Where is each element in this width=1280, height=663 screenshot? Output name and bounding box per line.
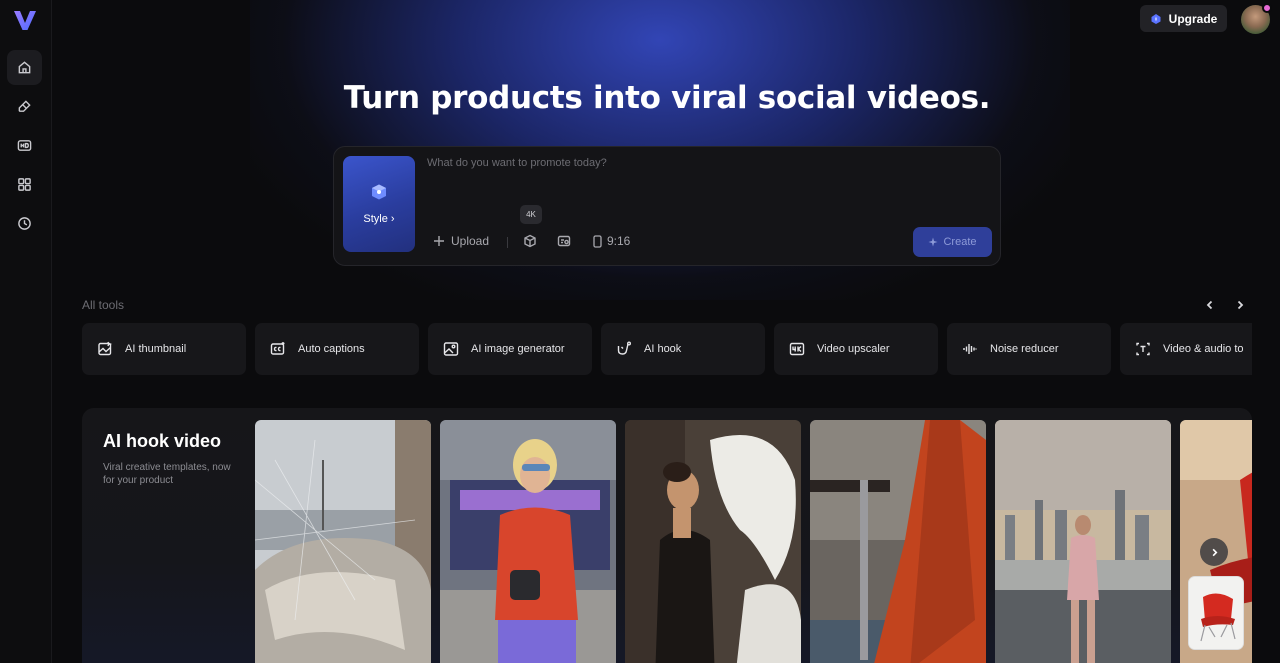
tools-next-button[interactable] bbox=[1232, 297, 1248, 313]
grid-icon bbox=[18, 178, 31, 191]
tool-auto-captions[interactable]: Auto captions bbox=[255, 323, 419, 375]
product-chair-card[interactable] bbox=[1188, 576, 1244, 650]
app-logo[interactable] bbox=[11, 6, 39, 34]
tools-row: AI thumbnail Auto captions AI image gene… bbox=[82, 323, 1252, 375]
ai-hook-video-panel: AI hook video Viral creative templates, … bbox=[82, 408, 1252, 663]
tool-video-upscaler[interactable]: Video upscaler bbox=[774, 323, 938, 375]
template-thumbnail-woman-sculpture[interactable] bbox=[625, 420, 801, 663]
person-spider-shirt-image bbox=[440, 420, 616, 663]
chevron-left-icon bbox=[1206, 300, 1213, 310]
home-icon bbox=[18, 61, 31, 74]
hd-icon bbox=[17, 140, 32, 151]
template-thumbnail-cobweb-chair[interactable] bbox=[255, 420, 431, 663]
aspect-ratio-button[interactable]: 9:16 bbox=[593, 234, 630, 248]
tools-prev-button[interactable] bbox=[1202, 297, 1218, 313]
image-sparkle-icon bbox=[98, 341, 113, 356]
toolbar-divider bbox=[507, 237, 508, 248]
prompt-input[interactable]: What do you want to promote today? bbox=[427, 157, 607, 169]
hook-icon bbox=[617, 341, 631, 355]
plus-icon bbox=[434, 236, 444, 246]
upload-label: Upload bbox=[451, 234, 490, 248]
prompt-box: Style › What do you want to promote toda… bbox=[333, 146, 1001, 266]
quality-button[interactable] bbox=[557, 234, 573, 250]
tool-label: Video & audio to bbox=[1163, 343, 1244, 355]
quality-icon bbox=[557, 235, 571, 247]
text-icon bbox=[1136, 342, 1150, 356]
sparkle-icon bbox=[928, 237, 938, 247]
create-label: Create bbox=[943, 236, 977, 248]
upgrade-label: Upgrade bbox=[1168, 11, 1218, 26]
tool-label: AI image generator bbox=[471, 343, 565, 355]
template-thumbnail-orange-chair[interactable] bbox=[810, 420, 986, 663]
all-tools-heading: All tools bbox=[82, 298, 125, 312]
sidebar-item-history[interactable] bbox=[7, 206, 42, 241]
waveform-icon bbox=[963, 344, 977, 354]
tooltip-4k: 4K bbox=[520, 205, 542, 224]
tool-ai-image-generator[interactable]: AI image generator bbox=[428, 323, 592, 375]
orange-chair-image bbox=[810, 420, 986, 663]
template-thumbnail-city-woman[interactable] bbox=[995, 420, 1171, 663]
tool-video-audio-to-text[interactable]: Video & audio to bbox=[1120, 323, 1252, 375]
clock-icon bbox=[18, 217, 31, 230]
sidebar-item-apps[interactable] bbox=[7, 167, 42, 202]
feature-title: AI hook video bbox=[103, 431, 222, 451]
upload-button[interactable]: Upload bbox=[433, 234, 489, 248]
cube-icon bbox=[524, 234, 536, 248]
cobweb-chair-image bbox=[255, 420, 431, 663]
create-button[interactable]: Create bbox=[913, 227, 992, 257]
woman-sculpture-image bbox=[625, 420, 801, 663]
4k-icon bbox=[789, 342, 805, 356]
crown-icon bbox=[1151, 13, 1161, 24]
chevron-right-icon bbox=[1212, 548, 1217, 556]
style-button[interactable]: Style › bbox=[343, 156, 415, 252]
aspect-ratio-label: 9:16 bbox=[607, 234, 631, 248]
notification-dot bbox=[1262, 3, 1272, 13]
tool-label: Noise reducer bbox=[990, 343, 1059, 355]
chair-product-icon bbox=[1189, 577, 1243, 649]
style-label: Style › bbox=[363, 213, 395, 225]
style-cube-icon bbox=[372, 184, 386, 200]
sidebar-item-hd[interactable] bbox=[7, 128, 42, 163]
phone-icon bbox=[593, 234, 602, 248]
feature-next-button[interactable] bbox=[1200, 538, 1228, 566]
tool-ai-hook[interactable]: AI hook bbox=[601, 323, 765, 375]
tool-label: Auto captions bbox=[298, 343, 365, 355]
product-button[interactable] bbox=[523, 234, 539, 250]
city-woman-image bbox=[995, 420, 1171, 663]
upgrade-button[interactable]: Upgrade bbox=[1140, 5, 1227, 32]
image-icon bbox=[443, 342, 459, 356]
tool-label: AI hook bbox=[644, 343, 682, 355]
template-thumbnail-person-spider[interactable] bbox=[440, 420, 616, 663]
tool-noise-reducer[interactable]: Noise reducer bbox=[947, 323, 1111, 375]
tool-label: Video upscaler bbox=[817, 343, 890, 355]
captions-icon bbox=[270, 342, 285, 355]
chevron-right-icon bbox=[1237, 300, 1244, 310]
tool-ai-thumbnail[interactable]: AI thumbnail bbox=[82, 323, 246, 375]
feature-description: Viral creative templates, now for your p… bbox=[103, 462, 231, 486]
tool-label: AI thumbnail bbox=[125, 343, 187, 355]
page-title: Turn products into viral social videos. bbox=[343, 80, 991, 116]
